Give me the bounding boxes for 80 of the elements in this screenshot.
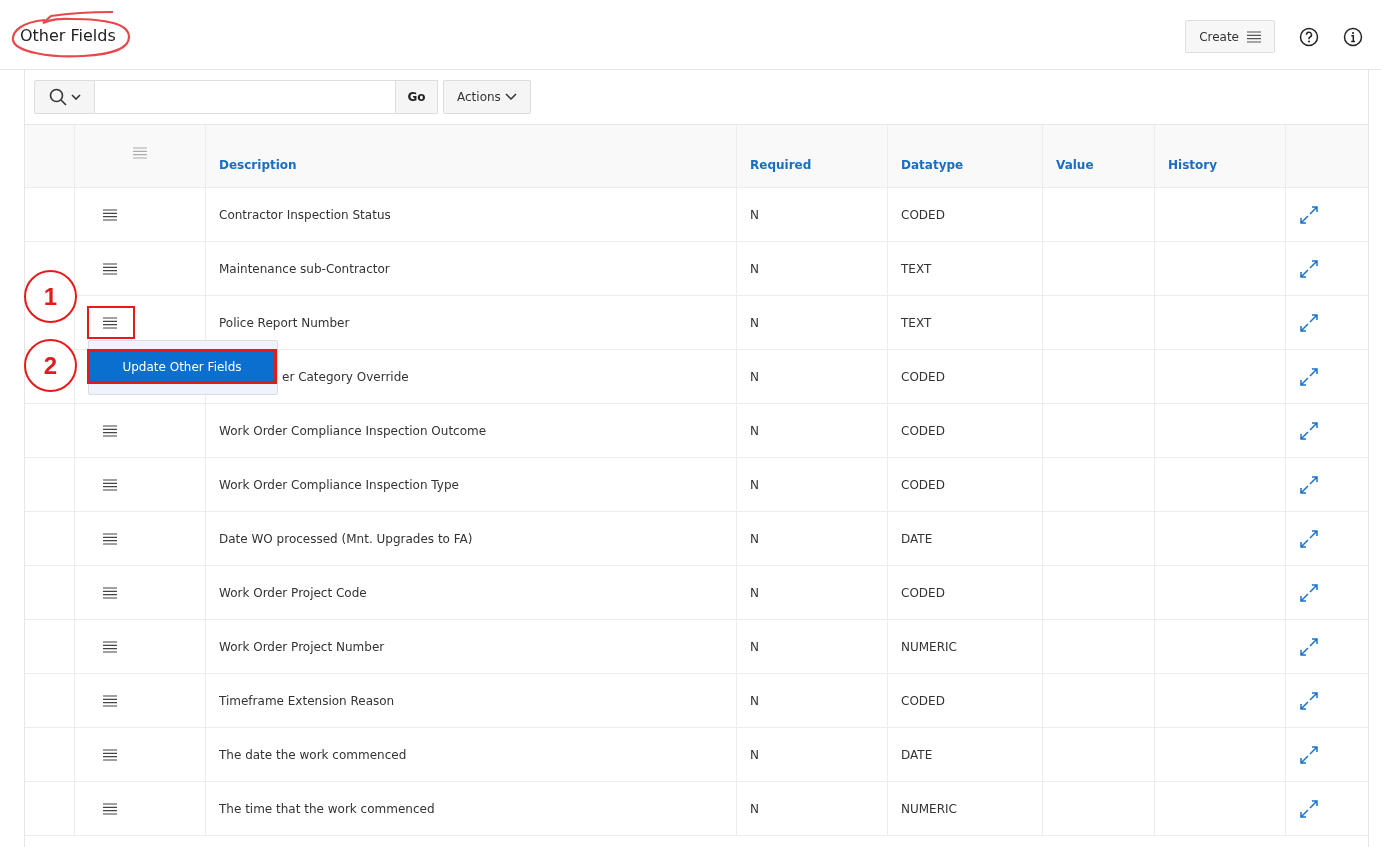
column-header[interactable]: Description — [219, 158, 297, 172]
search-icon — [48, 88, 67, 106]
expand-icon[interactable] — [1300, 475, 1318, 494]
info-icon[interactable] — [1343, 26, 1363, 47]
table-cell: CODED — [901, 693, 945, 708]
table-cell: Work Order Compliance Inspection Outcome — [219, 423, 487, 438]
table-cell: CODED — [901, 207, 945, 222]
row-menu-icon[interactable] — [103, 478, 117, 491]
row-menu-icon[interactable] — [103, 694, 117, 707]
table-cell: NUMERIC — [901, 801, 957, 816]
table-cell: N — [750, 585, 759, 600]
table-cell: N — [750, 801, 759, 816]
table-cell: Police Report Number — [219, 315, 350, 330]
table-cell: TEXT — [901, 315, 932, 330]
expand-icon[interactable] — [1300, 313, 1318, 332]
expand-icon[interactable] — [1300, 745, 1318, 764]
table-cell: N — [750, 315, 759, 330]
table-cell: CODED — [901, 477, 945, 492]
table-cell: Work Order Project Number — [219, 639, 385, 654]
column-header[interactable]: Datatype — [901, 158, 964, 172]
step-callout: 1 — [24, 270, 77, 323]
table-cell: Maintenance sub-Contractor — [219, 261, 390, 276]
table-cell: Work Order Compliance Inspection Type — [219, 477, 459, 492]
table-cell: Contractor Inspection Status — [219, 207, 391, 222]
search-column-button[interactable] — [34, 80, 95, 114]
table-cell: CODED — [901, 369, 945, 384]
expand-icon[interactable] — [1300, 259, 1318, 278]
table-cell: N — [750, 747, 759, 762]
column-header[interactable]: Value — [1056, 158, 1094, 172]
table-cell: Date WO processed (Mnt. Upgrades to FA) — [219, 531, 473, 546]
table-cell: The time that the work commenced — [219, 801, 435, 816]
row-menu-icon[interactable] — [103, 424, 117, 437]
help-icon[interactable] — [1299, 26, 1319, 47]
table-cell: N — [750, 369, 759, 384]
expand-icon[interactable] — [1300, 799, 1318, 818]
row-menu-icon[interactable] — [103, 532, 117, 545]
table-cell: N — [750, 477, 759, 492]
step-callout: 2 — [24, 339, 77, 392]
row-menu-icon[interactable] — [103, 640, 117, 653]
actions-button[interactable]: Actions — [443, 80, 531, 114]
table-cell: N — [750, 531, 759, 546]
table-cell: DATE — [901, 747, 933, 762]
table-cell: N — [750, 207, 759, 222]
table-cell: N — [750, 261, 759, 276]
table-cell: DATE — [901, 531, 933, 546]
expand-icon[interactable] — [1300, 529, 1318, 548]
row-menu-icon[interactable] — [103, 802, 117, 815]
table-cell: er Category Override — [282, 369, 409, 384]
row-menu-icon[interactable] — [103, 208, 117, 221]
highlight-box — [87, 306, 135, 339]
table-cell: N — [750, 423, 759, 438]
table-cell: CODED — [901, 585, 945, 600]
expand-icon[interactable] — [1300, 637, 1318, 656]
page-title: Other Fields — [20, 26, 116, 45]
menu-icon — [1247, 30, 1261, 43]
expand-icon[interactable] — [1300, 367, 1318, 386]
expand-icon[interactable] — [1300, 583, 1318, 602]
row-menu-icon[interactable] — [103, 316, 117, 329]
expand-icon[interactable] — [1300, 691, 1318, 710]
create-button[interactable]: Create — [1185, 20, 1275, 53]
column-header[interactable]: History — [1168, 158, 1218, 172]
table-cell: N — [750, 639, 759, 654]
expand-icon[interactable] — [1300, 421, 1318, 440]
caret-icon — [504, 93, 517, 101]
row-menu-icon[interactable] — [103, 586, 117, 599]
table-cell: Work Order Project Code — [219, 585, 367, 600]
table-cell: TEXT — [901, 261, 932, 276]
row-menu-icon[interactable] — [103, 748, 117, 761]
search-field[interactable] — [95, 80, 395, 114]
menu-item[interactable]: Update Other Fields — [87, 349, 277, 384]
table-cell: NUMERIC — [901, 639, 957, 654]
expand-icon[interactable] — [1300, 205, 1318, 224]
column-header[interactable]: Required — [750, 158, 812, 172]
table-cell: The date the work commenced — [219, 747, 407, 762]
go-button[interactable]: Go — [395, 80, 438, 114]
table-cell: Timeframe Extension Reason — [219, 693, 395, 708]
row-menu-icon[interactable] — [103, 262, 117, 275]
caret-icon — [70, 94, 81, 100]
table-cell: CODED — [901, 423, 945, 438]
table-cell: N — [750, 693, 759, 708]
